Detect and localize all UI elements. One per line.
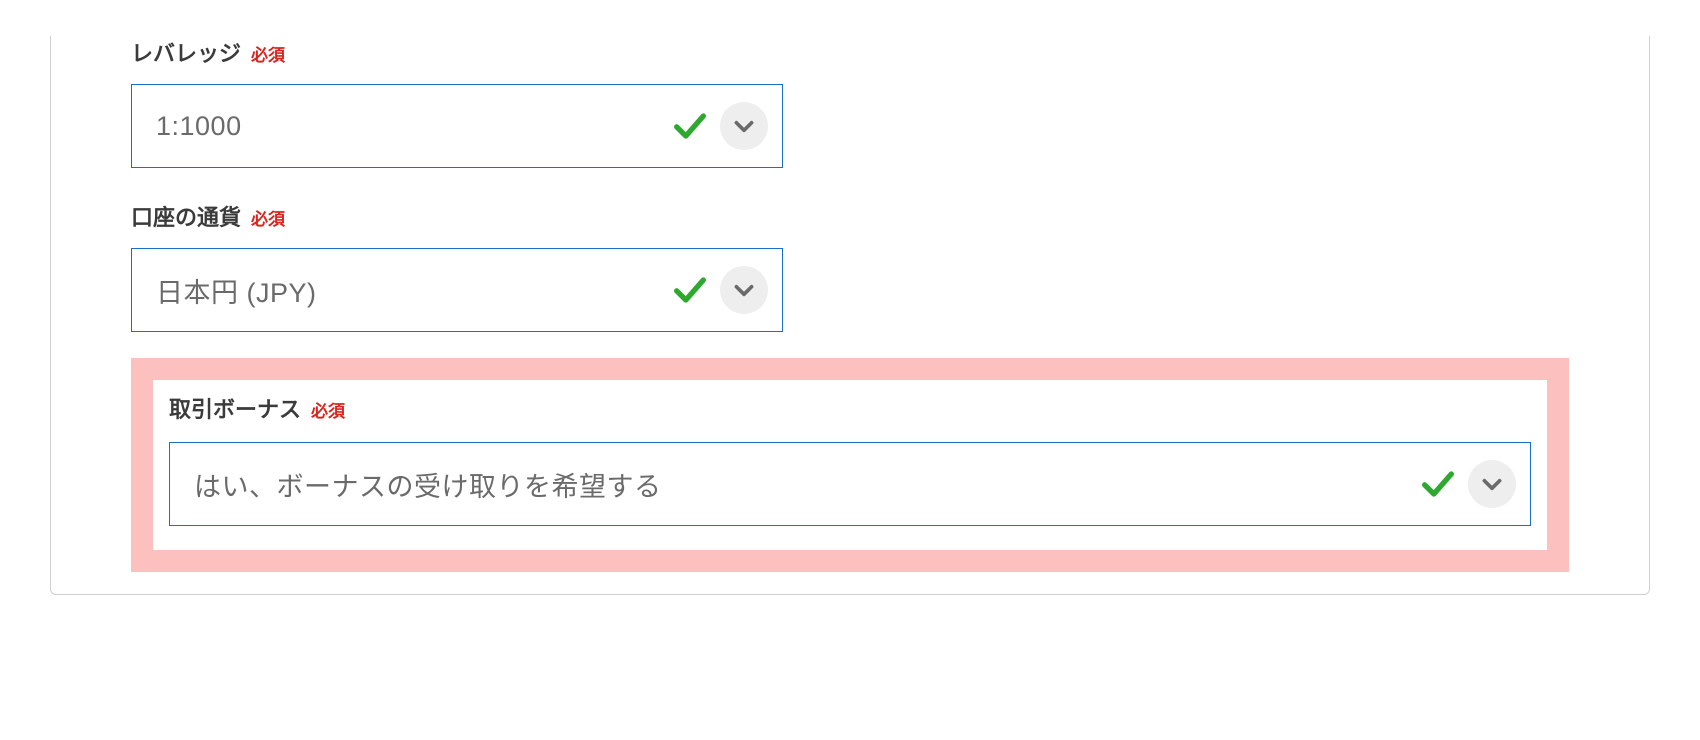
select-bonus[interactable]: はい、ボーナスの受け取りを希望する: [169, 442, 1531, 526]
highlight-box-bonus: 取引ボーナス 必須 はい、ボーナスの受け取りを希望する: [131, 358, 1569, 572]
form-card: レバレッジ 必須 1:1000 口座の通貨 必須: [50, 36, 1650, 595]
select-right-bonus: [1418, 460, 1516, 508]
select-right-currency: [670, 266, 768, 314]
required-badge-currency: 必須: [251, 205, 285, 230]
label-text-bonus: 取引ボーナス: [169, 392, 301, 424]
field-label-currency: 口座の通貨 必須: [131, 200, 1569, 232]
select-value-leverage: 1:1000: [156, 111, 242, 142]
check-icon: [1418, 464, 1458, 504]
label-text-leverage: レバレッジ: [131, 36, 241, 68]
field-label-leverage: レバレッジ 必須: [131, 36, 1569, 68]
chevron-down-icon[interactable]: [720, 266, 768, 314]
form-inner: レバレッジ 必須 1:1000 口座の通貨 必須: [51, 36, 1649, 572]
check-icon: [670, 270, 710, 310]
select-currency[interactable]: 日本円 (JPY): [131, 248, 783, 332]
field-leverage: レバレッジ 必須 1:1000: [131, 36, 1569, 168]
required-badge-bonus: 必須: [311, 397, 345, 422]
select-value-currency: 日本円 (JPY): [156, 271, 317, 310]
check-icon: [670, 106, 710, 146]
select-right-leverage: [670, 102, 768, 150]
chevron-down-icon[interactable]: [1468, 460, 1516, 508]
field-bonus: 取引ボーナス 必須 はい、ボーナスの受け取りを希望する: [169, 392, 1531, 526]
chevron-down-icon[interactable]: [720, 102, 768, 150]
field-currency: 口座の通貨 必須 日本円 (JPY): [131, 200, 1569, 332]
required-badge-leverage: 必須: [251, 41, 285, 66]
field-label-bonus: 取引ボーナス 必須: [169, 392, 1531, 424]
select-leverage[interactable]: 1:1000: [131, 84, 783, 168]
label-text-currency: 口座の通貨: [131, 200, 241, 232]
select-value-bonus: はい、ボーナスの受け取りを希望する: [194, 465, 662, 504]
